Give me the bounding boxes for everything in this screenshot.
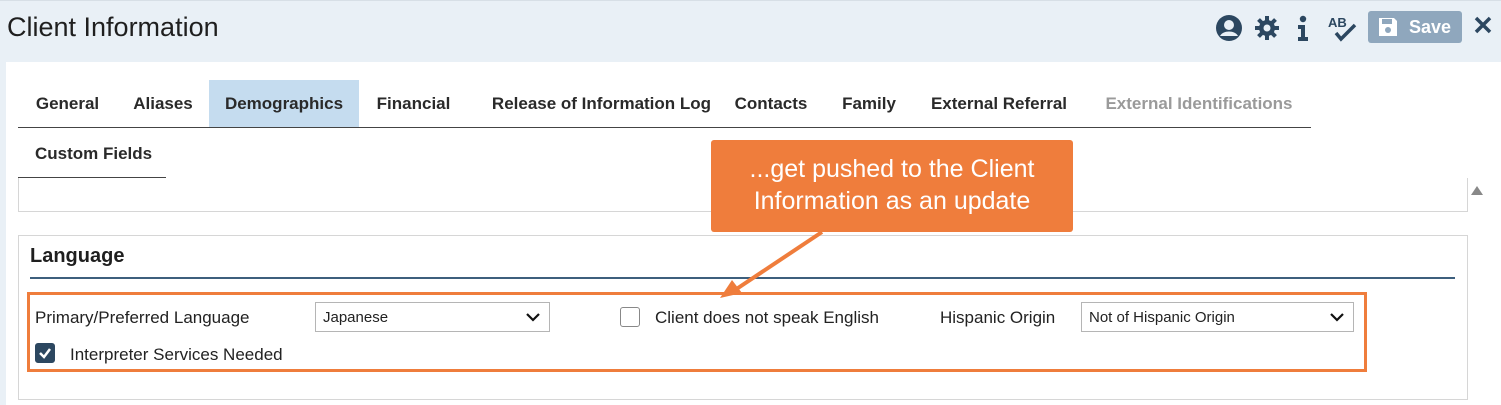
callout-line-2: Information as an update [753, 187, 1031, 215]
close-icon[interactable] [1474, 13, 1492, 41]
header-bar: Client Information AB Save [0, 0, 1501, 62]
tab-general[interactable]: General [18, 80, 117, 127]
tab-release-of-information-log[interactable]: Release of Information Log [468, 80, 735, 127]
language-section-title: Language [30, 245, 125, 267]
tab-custom-fields[interactable]: Custom Fields [18, 131, 166, 178]
spellcheck-icon[interactable]: AB [1325, 13, 1361, 43]
save-button[interactable]: Save [1368, 11, 1462, 43]
tab-contacts[interactable]: Contacts [735, 80, 808, 127]
info-icon[interactable] [1292, 13, 1314, 43]
tab-bar: General Aliases Demographics Financial R… [18, 80, 1311, 128]
scroll-up-arrow-icon[interactable] [1471, 186, 1483, 195]
callout-line-1: ...get pushed to the Client [749, 155, 1035, 183]
floppy-disk-icon [1377, 16, 1399, 38]
tab-external-referral[interactable]: External Referral [911, 80, 1087, 127]
save-label: Save [1409, 16, 1452, 37]
left-frame [0, 62, 6, 405]
tab-aliases[interactable]: Aliases [117, 80, 209, 127]
user-circle-icon[interactable] [1214, 13, 1244, 43]
section-divider [30, 277, 1455, 279]
spellcheck-label: AB [1328, 15, 1347, 30]
annotation-callout: ...get pushed to the Client Information … [711, 140, 1073, 232]
gear-icon[interactable] [1253, 13, 1281, 43]
tab-financial[interactable]: Financial [359, 80, 468, 127]
page-title: Client Information [7, 12, 219, 42]
annotation-highlight-box [27, 292, 1367, 372]
tab-external-identifications: External Identifications [1105, 93, 1293, 113]
tab-demographics[interactable]: Demographics [209, 80, 359, 127]
